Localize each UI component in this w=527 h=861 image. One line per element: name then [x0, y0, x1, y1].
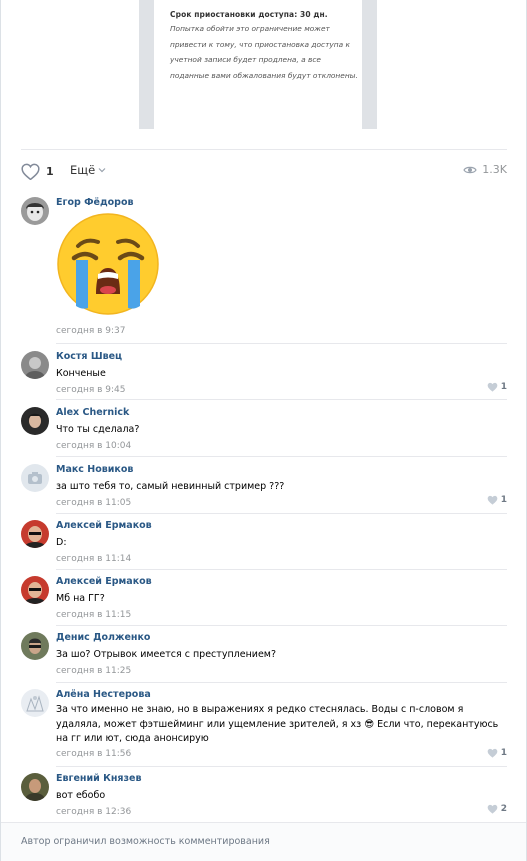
comment-date[interactable]: сегодня в 9:37	[56, 326, 507, 336]
comment-like-button[interactable]: 1	[487, 748, 507, 758]
post-card: Срок приостановки доступа: 30 дн. Попытк…	[0, 0, 527, 861]
comment-text: D:	[56, 537, 67, 548]
comment: Alex Chernick Что ты сделала? сегодня в …	[21, 407, 507, 453]
avatar[interactable]	[21, 464, 49, 492]
avatar[interactable]	[21, 632, 49, 660]
comment-author[interactable]: Костя Швец	[56, 351, 507, 362]
divider	[56, 682, 507, 683]
comment-text: За шо? Отрывок имеется с преступлением?	[56, 649, 277, 660]
more-button[interactable]: Ещё	[70, 163, 106, 177]
views-counter: 1.3K	[463, 163, 507, 176]
comment-date[interactable]: сегодня в 11:05	[56, 498, 507, 508]
like-button[interactable]: 1	[21, 162, 54, 180]
comment-date[interactable]: сегодня в 11:14	[56, 554, 507, 564]
comment-date[interactable]: сегодня в 11:15	[56, 610, 507, 620]
comment-like-button[interactable]: 1	[487, 495, 507, 505]
heart-icon	[487, 495, 498, 505]
comment: Алексей Ермаков D: сегодня в 11:14	[21, 520, 507, 566]
comment-text: Конченые	[56, 368, 106, 379]
comment-date[interactable]: сегодня в 11:25	[56, 666, 507, 676]
comment-like-count: 1	[500, 748, 507, 758]
comment-date[interactable]: сегодня в 11:56	[56, 749, 507, 759]
heart-icon	[487, 748, 498, 758]
avatar[interactable]	[21, 576, 49, 604]
avatar[interactable]	[21, 407, 49, 435]
notice-body: Попытка обойти это ограничение может при…	[170, 24, 358, 80]
comment-date[interactable]: сегодня в 12:36	[56, 807, 507, 817]
suspension-notice: Срок приостановки доступа: 30 дн. Попытк…	[154, 0, 362, 129]
comment: Костя Швец Конченые сегодня в 9:45 1	[21, 351, 507, 397]
comment-text: Что ты сделала?	[56, 424, 140, 435]
comment-like-count: 1	[500, 495, 507, 505]
comment: Алексей Ермаков Мб на ГГ? сегодня в 11:1…	[21, 576, 507, 622]
like-count: 1	[46, 164, 54, 178]
comment-text: за што тебя то, самый невинный стример ?…	[56, 481, 285, 492]
post-actions: 1 Ещё 1.3K	[21, 160, 507, 182]
comment: Егор Фёдоров сегодня в 9:37	[21, 197, 507, 339]
comment-author[interactable]: Макс Новиков	[56, 464, 507, 475]
comment-author[interactable]: Евгений Князев	[56, 773, 507, 784]
comment-date[interactable]: сегодня в 9:45	[56, 385, 507, 395]
more-label: Ещё	[70, 163, 96, 177]
comment-like-button[interactable]: 1	[487, 382, 507, 392]
divider	[56, 343, 507, 344]
comment: Денис Долженко За шо? Отрывок имеется с …	[21, 632, 507, 678]
notice-title: Срок приостановки доступа: 30 дн.	[170, 10, 328, 19]
comment-like-count: 2	[500, 804, 507, 814]
divider	[21, 149, 507, 150]
views-count: 1.3K	[482, 163, 507, 176]
comment-text: вот ебобо	[56, 790, 106, 801]
heart-icon	[487, 382, 498, 392]
heart-icon	[487, 804, 498, 814]
heart-icon	[21, 163, 40, 180]
comment: Алёна Нестерова За что именно не знаю, н…	[21, 689, 507, 765]
avatar[interactable]	[21, 197, 49, 225]
divider	[56, 456, 507, 457]
eye-icon	[463, 166, 477, 173]
comment-author[interactable]: Алёна Нестерова	[56, 689, 507, 700]
avatar[interactable]	[21, 520, 49, 548]
divider	[56, 569, 507, 570]
comments-closed-notice: Автор ограничил возможность комментирова…	[21, 836, 270, 847]
divider	[56, 625, 507, 626]
comment-like-count: 1	[500, 382, 507, 392]
avatar[interactable]	[21, 689, 49, 717]
comment-author[interactable]: Денис Долженко	[56, 632, 507, 643]
crying-face-sticker	[56, 212, 160, 316]
comments-closed-footer: Автор ограничил возможность комментирова…	[1, 822, 526, 861]
divider	[56, 766, 507, 767]
divider	[56, 399, 507, 400]
post-image[interactable]: Срок приостановки доступа: 30 дн. Попытк…	[139, 0, 377, 129]
comment-author[interactable]: Егор Фёдоров	[56, 197, 507, 208]
divider	[56, 513, 507, 514]
comment-like-button[interactable]: 2	[487, 804, 507, 814]
comment-author[interactable]: Alex Chernick	[56, 407, 507, 418]
comment-date[interactable]: сегодня в 10:04	[56, 441, 507, 451]
comment-text: За что именно не знаю, но в выражениях я…	[56, 704, 499, 744]
comment: Евгений Князев вот ебобо сегодня в 12:36…	[21, 773, 507, 819]
comment-author[interactable]: Алексей Ермаков	[56, 520, 507, 531]
comment: Макс Новиков за што тебя то, самый невин…	[21, 464, 507, 510]
chevron-down-icon	[98, 168, 106, 173]
avatar[interactable]	[21, 773, 49, 801]
avatar[interactable]	[21, 351, 49, 379]
comment-author[interactable]: Алексей Ермаков	[56, 576, 507, 587]
comment-text: Мб на ГГ?	[56, 593, 105, 604]
